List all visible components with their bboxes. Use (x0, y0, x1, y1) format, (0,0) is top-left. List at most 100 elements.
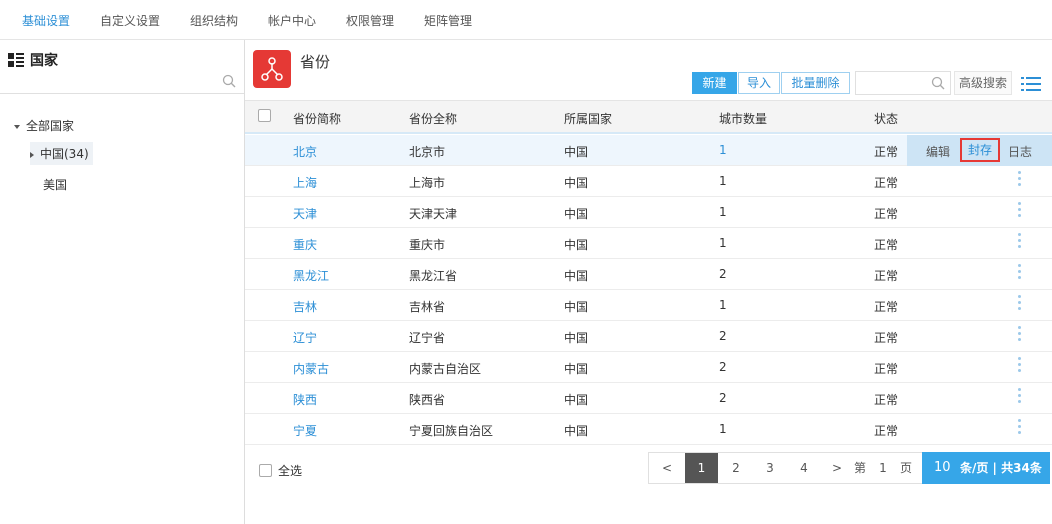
cell-city-count[interactable]: 1 (719, 143, 727, 157)
more-actions-icon[interactable] (1018, 233, 1022, 253)
cell-short-name[interactable]: 吉林 (293, 298, 317, 315)
table-row[interactable]: 重庆 重庆市 中国 1 正常 (245, 228, 1052, 259)
table-row[interactable]: 天津 天津天津 中国 1 正常 (245, 197, 1052, 228)
cell-status: 正常 (874, 393, 899, 407)
tab-account-center[interactable]: 帐户中心 (268, 12, 316, 29)
more-actions-icon[interactable] (1018, 357, 1022, 377)
top-nav: 基础设置 自定义设置 组织结构 帐户中心 权限管理 矩阵管理 (0, 0, 1052, 40)
cell-status: 正常 (874, 238, 899, 252)
table-row[interactable]: 陕西 陕西省 中国 2 正常 (245, 383, 1052, 414)
cell-short-name[interactable]: 辽宁 (293, 329, 317, 346)
org-structure-icon (253, 50, 291, 88)
page-3-button[interactable]: 3 (753, 453, 787, 483)
table-row[interactable]: 辽宁 辽宁省 中国 2 正常 (245, 321, 1052, 352)
prev-page-button[interactable]: < (649, 453, 685, 483)
header-checkbox[interactable] (258, 109, 271, 122)
cell-status: 正常 (874, 207, 899, 221)
select-all[interactable]: 全选 (259, 462, 302, 479)
col-status[interactable]: 状态 (874, 110, 898, 127)
caret-right-icon[interactable] (30, 151, 34, 158)
more-actions-icon[interactable] (1018, 264, 1022, 284)
edit-button[interactable]: 编辑 (926, 143, 950, 160)
tab-matrix[interactable]: 矩阵管理 (424, 12, 472, 29)
cell-country: 中国 (564, 207, 589, 221)
cell-short-name[interactable]: 黑龙江 (293, 267, 329, 284)
tab-custom-settings[interactable]: 自定义设置 (100, 12, 160, 29)
cell-short-name[interactable]: 北京 (293, 143, 317, 160)
cell-country: 中国 (564, 145, 589, 159)
cell-status: 正常 (874, 269, 899, 283)
cell-full-name: 重庆市 (409, 238, 446, 252)
sidebar-search-input[interactable] (0, 70, 244, 94)
more-actions-icon[interactable] (1018, 419, 1022, 439)
more-actions-icon[interactable] (1018, 388, 1022, 408)
tab-basic-settings[interactable]: 基础设置 (22, 12, 70, 29)
table-row[interactable]: 内蒙古 内蒙古自治区 中国 2 正常 (245, 352, 1052, 383)
cell-country: 中国 (564, 176, 589, 190)
sidebar-title: 国家 (30, 53, 58, 69)
cell-short-name[interactable]: 天津 (293, 205, 317, 222)
cell-country: 中国 (564, 424, 589, 438)
col-city-count[interactable]: 城市数量 (719, 110, 767, 127)
import-button[interactable]: 导入 (738, 72, 780, 94)
cell-short-name[interactable]: 宁夏 (293, 422, 317, 439)
main-content: 省份 新建 导入 批量删除 高级搜索 省份简称 省份全称 所属国家 城市数量 状… (245, 40, 1052, 524)
cell-status: 正常 (874, 362, 899, 376)
goto-page-input[interactable]: 1 (873, 453, 893, 483)
cell-city-count: 1 (719, 236, 727, 250)
cell-city-count: 1 (719, 205, 727, 219)
cell-country: 中国 (564, 393, 589, 407)
col-short-name[interactable]: 省份简称 (293, 110, 341, 127)
cell-country: 中国 (564, 269, 589, 283)
col-country[interactable]: 所属国家 (564, 110, 612, 127)
next-page-button[interactable]: > (823, 453, 851, 483)
tree-node-all-countries[interactable]: 全部国家 (14, 117, 74, 134)
page-1-button[interactable]: 1 (685, 453, 718, 483)
cell-short-name[interactable]: 上海 (293, 174, 317, 191)
advanced-search-button[interactable]: 高级搜索 (954, 71, 1012, 95)
cell-status: 正常 (874, 176, 899, 190)
cell-short-name[interactable]: 重庆 (293, 236, 317, 253)
more-actions-icon[interactable] (1018, 295, 1022, 315)
tab-permissions[interactable]: 权限管理 (346, 12, 394, 29)
table-row[interactable]: 宁夏 宁夏回族自治区 中国 1 正常 (245, 414, 1052, 445)
page-size-value[interactable]: 10 (934, 452, 951, 484)
col-full-name[interactable]: 省份全称 (409, 110, 457, 127)
search-icon[interactable] (222, 74, 236, 88)
more-actions-icon[interactable] (1018, 202, 1022, 222)
page-2-button[interactable]: 2 (719, 453, 753, 483)
table-row[interactable]: 北京 北京市 中国 1 正常 编辑 封存 日志 (245, 135, 1052, 166)
sidebar-header: 国家 (8, 50, 58, 70)
more-actions-icon[interactable] (1018, 326, 1022, 346)
table-row[interactable]: 黑龙江 黑龙江省 中国 2 正常 (245, 259, 1052, 290)
pagination: < 1 2 3 4 > 第 1 页 10 条/页 | 共34条 (648, 452, 1050, 484)
cell-full-name: 陕西省 (409, 393, 446, 407)
list-view-icon[interactable] (1021, 76, 1041, 92)
goto-prefix: 第 (853, 461, 866, 475)
more-actions-icon[interactable] (1018, 171, 1022, 191)
select-all-checkbox[interactable] (259, 464, 272, 477)
page-size-selector[interactable]: 10 条/页 | 共34条 (922, 452, 1050, 484)
cell-city-count: 2 (719, 360, 727, 374)
search-icon[interactable] (931, 76, 945, 90)
new-button[interactable]: 新建 (692, 72, 737, 94)
seal-button[interactable]: 封存 (960, 138, 1000, 162)
log-button[interactable]: 日志 (1008, 143, 1032, 160)
select-all-label: 全选 (278, 464, 303, 478)
batch-delete-button[interactable]: 批量删除 (781, 72, 850, 94)
cell-short-name[interactable]: 陕西 (293, 391, 317, 408)
grid-list-icon (8, 52, 24, 68)
cell-city-count: 1 (719, 298, 727, 312)
cell-short-name[interactable]: 内蒙古 (293, 360, 329, 377)
pager-summary: 条/页 | 共34条 (960, 461, 1042, 475)
cell-status: 正常 (874, 331, 899, 345)
cell-city-count: 2 (719, 391, 727, 405)
tree-node-usa[interactable]: 美国 (43, 176, 67, 193)
tab-org-structure[interactable]: 组织结构 (190, 12, 238, 29)
table-row[interactable]: 上海 上海市 中国 1 正常 (245, 166, 1052, 197)
caret-down-icon[interactable] (14, 124, 20, 129)
page-4-button[interactable]: 4 (787, 453, 821, 483)
cell-country: 中国 (564, 362, 589, 376)
table-row[interactable]: 吉林 吉林省 中国 1 正常 (245, 290, 1052, 321)
tree-node-china[interactable]: 中国(34) (30, 142, 93, 165)
